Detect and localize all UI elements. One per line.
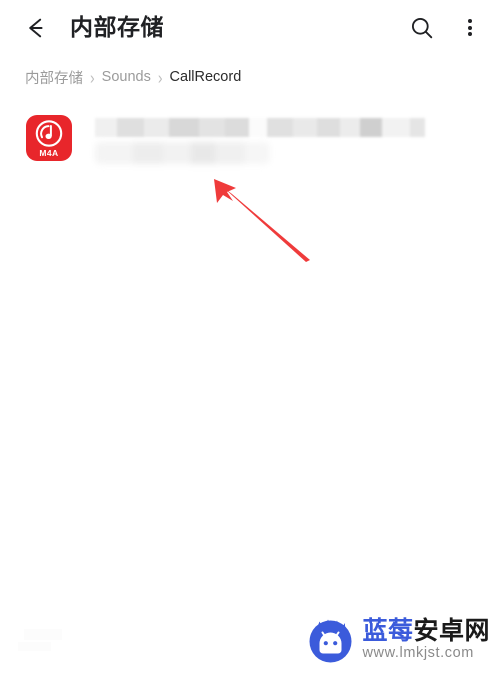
file-list-item-meta: 2 （已打码） — [95, 142, 270, 164]
more-vertical-icon — [468, 16, 472, 38]
search-button[interactable] — [400, 6, 444, 50]
watermark-brand-blue: 蓝莓 — [362, 616, 414, 645]
app-bar: 内部存储 — [0, 0, 500, 55]
watermark-brand: 蓝莓安卓网 — [362, 618, 490, 644]
breadcrumb-item-callrecord: CallRecord — [169, 69, 242, 85]
breadcrumb-separator: › — [90, 67, 95, 87]
breadcrumb-item-internal-storage[interactable]: 内部存储 — [25, 67, 83, 88]
arrow-up-left-icon — [214, 179, 310, 262]
back-button[interactable] — [14, 6, 58, 50]
breadcrumb-separator: › — [157, 67, 163, 87]
watermark-text: 蓝莓安卓网 www.lmkjst.com — [362, 618, 490, 663]
breadcrumb-item-sounds[interactable]: Sounds — [102, 69, 151, 85]
arrow-left-icon — [29, 18, 43, 37]
file-list-item[interactable]: M4A 1 （已打码） 2 — [0, 108, 500, 174]
more-options-button[interactable] — [450, 6, 490, 50]
blueberry-android-robot-logo-icon — [307, 617, 354, 664]
watermark-url: www.lmkjst.com — [362, 644, 474, 661]
file-list-item-name: 1 （已打码） — [95, 118, 425, 137]
site-watermark: 蓝莓安卓网 www.lmkjst.com — [307, 611, 490, 669]
music-note-icon — [35, 120, 63, 147]
file-list-item-text: 1 （已打码） 2 （已打码） — [95, 111, 500, 164]
page-title: 内部存储 — [70, 14, 164, 40]
breadcrumb: 内部存储 › Sounds › CallRecord — [25, 63, 241, 91]
file-format-label: M4A — [39, 147, 59, 158]
faint-background-marks — [16, 625, 86, 665]
search-icon — [411, 17, 433, 38]
annotation-arrow — [200, 168, 325, 268]
m4a-audio-file-icon: M4A — [26, 115, 72, 161]
watermark-brand-dark: 安卓网 — [413, 616, 490, 645]
